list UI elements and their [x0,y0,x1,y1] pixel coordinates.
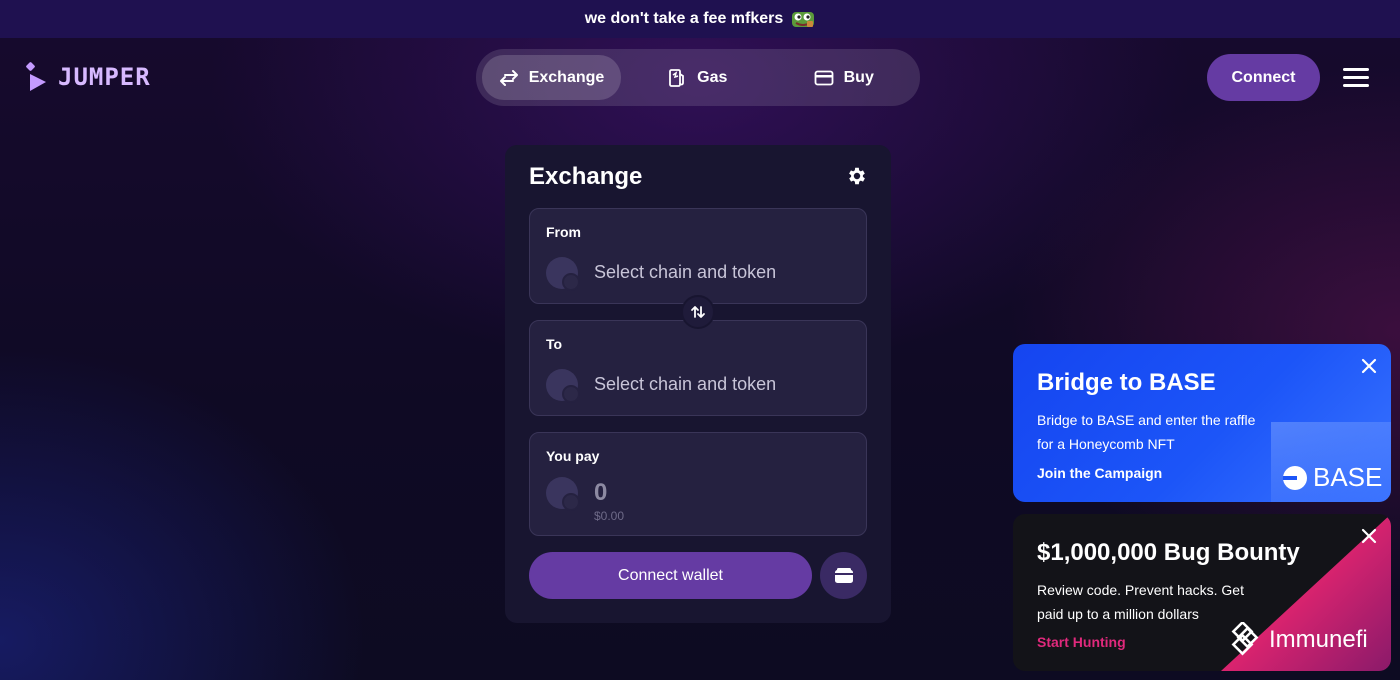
banner-text: we don't take a fee mfkers [584,10,784,27]
to-token-avatar [546,369,580,403]
from-token-avatar [546,257,580,291]
hamburger-menu-icon[interactable] [1343,68,1369,88]
base-logo-icon [1283,465,1307,490]
immunefi-logo-icon [1231,622,1259,656]
pay-usd-value: $0.00 [594,509,625,523]
pay-token-avatar [546,477,580,511]
to-placeholder: Select chain and token [594,374,777,394]
start-hunting-link[interactable]: Start Hunting [1037,634,1126,650]
swap-vertical-icon [691,306,705,318]
base-logo-text: BASE [1313,462,1383,492]
promo-base-description: Bridge to BASE and enter the raffle for … [1037,412,1256,452]
tab-gas-label: Gas [697,68,728,86]
immunefi-logo: Immunefi [1227,622,1368,658]
swap-direction-button[interactable] [681,295,715,329]
wallet-button[interactable] [820,552,867,599]
promo-bug-title: $1,000,000 Bug Bounty [1037,539,1300,566]
tab-exchange-label: Exchange [528,68,605,86]
credit-card-icon [814,70,834,85]
tab-gas[interactable]: Gas [627,55,768,100]
close-icon[interactable] [1361,528,1377,544]
wallet-icon [834,567,853,583]
frog-emoji-icon [791,9,815,29]
from-placeholder: Select chain and token [594,262,777,282]
from-token-field[interactable]: From Select chain and token [529,208,867,304]
pay-label: You pay [546,448,600,464]
to-label: To [546,336,563,352]
pay-amount-input[interactable]: 0 [594,479,607,507]
to-token-field[interactable]: To Select chain and token [529,320,867,416]
immunefi-logo-text: Immunefi [1269,626,1368,653]
connect-wallet-button[interactable]: Connect wallet [529,552,812,599]
swap-arrows-icon [499,69,518,86]
jumper-logo[interactable]: JUMPER [26,62,151,92]
gas-pump-icon [669,68,685,87]
announcement-banner: we don't take a fee mfkers [0,0,1400,38]
main-nav-tabs: Exchange Gas Buy [476,49,920,106]
exchange-widget: Exchange From Select chain and token To … [505,145,891,623]
join-campaign-link[interactable]: Join the Campaign [1037,465,1162,481]
pay-amount-field[interactable]: You pay 0 $0.00 [529,432,867,536]
tab-buy[interactable]: Buy [774,55,915,100]
connect-button[interactable]: Connect [1207,54,1320,101]
base-logo: BASE [1283,462,1382,493]
promo-card-base[interactable]: Bridge to BASE Bridge to BASE and enter … [1013,344,1391,502]
promo-bug-description: Review code. Prevent hacks. Get paid up … [1037,582,1244,622]
promo-base-title: Bridge to BASE [1037,369,1216,396]
tab-exchange[interactable]: Exchange [482,55,621,100]
jumper-wordmark: JUMPER [58,63,151,91]
close-icon[interactable] [1361,358,1377,374]
gear-icon[interactable] [846,165,868,187]
widget-title: Exchange [529,163,643,190]
jumper-logo-icon [26,62,46,91]
promo-card-bug-bounty[interactable]: $1,000,000 Bug Bounty Review code. Preve… [1013,514,1391,671]
tab-buy-label: Buy [843,68,874,86]
from-label: From [546,224,581,240]
